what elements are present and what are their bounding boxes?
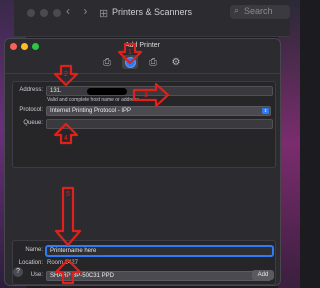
printer-info-panel: Name: Printername here Location: Room 24… [12,240,276,285]
connection-panel: Address: 131. Valid and complete host na… [12,81,276,168]
chevron-updown-icon: ⇕ [262,108,269,114]
add-printer-dialog: Add Printer ⎙ ⎙ ⚙ Address: 131. Valid an… [4,38,281,286]
default-printer-tab[interactable]: ⎙ [99,55,115,69]
location-value[interactable]: Room 2427 [47,260,78,266]
window-title: Printers & Scanners [112,7,193,17]
desktop-wallpaper-right [278,0,300,288]
windows-printer-tab[interactable]: ⎙ [145,55,161,69]
protocol-value: Internet Printing Protocol - IPP [50,108,132,114]
close-dot[interactable] [27,9,35,17]
printers-scanners-window: ‹ › ⊞ Printers & Scanners ⌕ Search [14,0,290,37]
search-field[interactable]: ⌕ Search [230,5,290,19]
dialog-title: Add Printer [124,42,161,49]
globe-icon [124,56,136,68]
printer-icon: ⎙ [149,56,157,68]
driver-value: SHARP BP-50C31 PPD [50,273,114,279]
redaction-mark [87,88,127,95]
location-label: Location: [18,260,43,266]
queue-field[interactable] [46,119,273,129]
driver-popup[interactable]: SHARP BP-50C31 PPD ⇕ [46,271,271,281]
name-label: Name: [25,247,43,253]
address-field[interactable]: 131. [46,86,273,96]
search-icon: ⌕ [234,5,240,15]
queue-label: Queue: [23,120,43,126]
ip-printer-tab[interactable] [122,55,138,69]
gear-icon: ⚙ [171,56,181,68]
printer-type-toolbar: ⎙ ⎙ ⚙ [5,53,280,74]
name-field[interactable]: Printername here [46,246,273,256]
address-hint: Valid and complete host name or address. [47,97,141,103]
nav-buttons: ‹ › [66,4,97,18]
advanced-tab[interactable]: ⚙ [168,55,184,69]
add-button[interactable]: Add [252,270,274,280]
forward-button[interactable]: › [83,4,87,18]
dialog-titlebar: Add Printer [5,39,280,51]
help-button[interactable]: ? [13,267,23,277]
grid-icon[interactable]: ⊞ [99,7,108,20]
search-placeholder: Search [244,6,273,16]
protocol-label: Protocol: [19,107,43,113]
address-label: Address: [19,87,43,93]
back-button[interactable]: ‹ [66,4,70,18]
protocol-popup[interactable]: Internet Printing Protocol - IPP ⇕ [46,106,271,116]
name-value: Printername here [50,248,97,254]
minimize-dot[interactable] [40,9,48,17]
printer-icon: ⎙ [103,56,111,68]
window-controls [27,9,61,17]
zoom-dot[interactable] [53,9,61,17]
address-value: 131. [50,88,62,94]
